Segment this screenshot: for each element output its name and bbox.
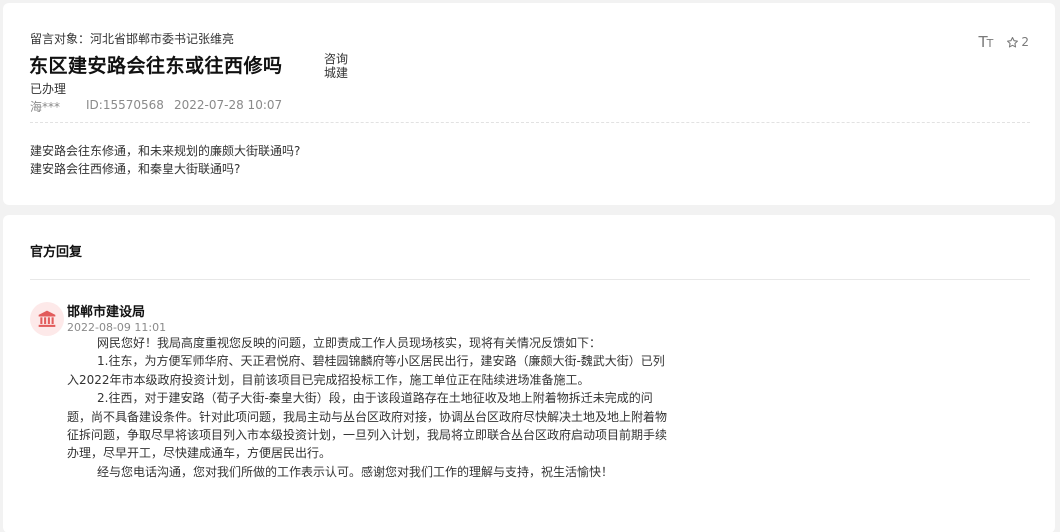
tag-domain: 城建 xyxy=(324,66,349,80)
message-tags: 咨询 城建 xyxy=(324,52,348,80)
reply-time: 2022-08-09 11:01 xyxy=(67,321,167,334)
reply-heading: 官方回复 xyxy=(30,245,83,260)
reply-paragraph: 经与您电话沟通，您对我们所做的工作表示认可。感谢您对我们工作的理解与支持，祝生活… xyxy=(97,464,614,479)
divider xyxy=(30,122,1030,123)
government-building-icon xyxy=(38,310,56,327)
status-label: 已办理 xyxy=(30,82,67,96)
tag-category: 咨询 xyxy=(324,52,349,66)
author-name: 海*** xyxy=(30,100,61,114)
reply-paragraph: 网民您好！我局高度重视您反映的问题，立即责成工作人员现场核实，现将有关情况反馈如… xyxy=(97,336,602,350)
message-target: 留言对象：河北省邯郸市委书记张维亮 xyxy=(30,32,235,46)
message-meta: 海*** ID:15570568 2022-07-28 10:07 xyxy=(30,98,282,115)
divider xyxy=(30,279,1030,280)
message-id: ID:15570568 xyxy=(86,98,164,112)
message-actions: TT 2 xyxy=(978,33,1029,51)
message-time: 2022-07-28 10:07 xyxy=(174,98,283,112)
favorite-button[interactable]: 2 xyxy=(1006,35,1029,49)
message-card: 留言对象：河北省邯郸市委书记张维亮 东区建安路会往东或往西修吗 咨询 城建 已办… xyxy=(3,3,1055,205)
org-avatar xyxy=(30,302,64,336)
reply-card: 官方回复 邯郸市建设局 2022-08-09 11:01 网民您好！我局高度重视… xyxy=(3,215,1055,532)
font-size-toggle-icon[interactable]: TT xyxy=(978,33,994,51)
favorite-count: 2 xyxy=(1021,35,1029,49)
content-line: 建安路会往西修通，和秦皇大街联通吗? xyxy=(30,162,241,176)
font-toggle-big: T xyxy=(978,33,987,51)
star-outline-icon xyxy=(1007,36,1019,47)
reply-body: 网民您好！我局高度重视您反映的问题，立即责成工作人员现场核实，现将有关情况反馈如… xyxy=(67,334,669,481)
message-content: 建安路会往东修通，和未来规划的廉颇大街联通吗? 建安路会往西修通，和秦皇大街联通… xyxy=(30,142,300,178)
message-title: 东区建安路会往东或往西修吗 xyxy=(29,55,283,77)
reply-paragraph: 2.往西，对于建安路（荀子大街-秦皇大街）段，由于该段道路存在土地征收及地上附着… xyxy=(67,391,668,461)
content-line: 建安路会往东修通，和未来规划的廉颇大街联通吗? xyxy=(30,144,301,158)
reply-paragraph: 1.往东，为方便军师华府、天正君悦府、碧桂园锦麟府等小区居民出行，建安路（廉颇大… xyxy=(67,354,665,387)
org-name: 邯郸市建设局 xyxy=(67,305,146,320)
font-toggle-small: T xyxy=(986,37,994,50)
